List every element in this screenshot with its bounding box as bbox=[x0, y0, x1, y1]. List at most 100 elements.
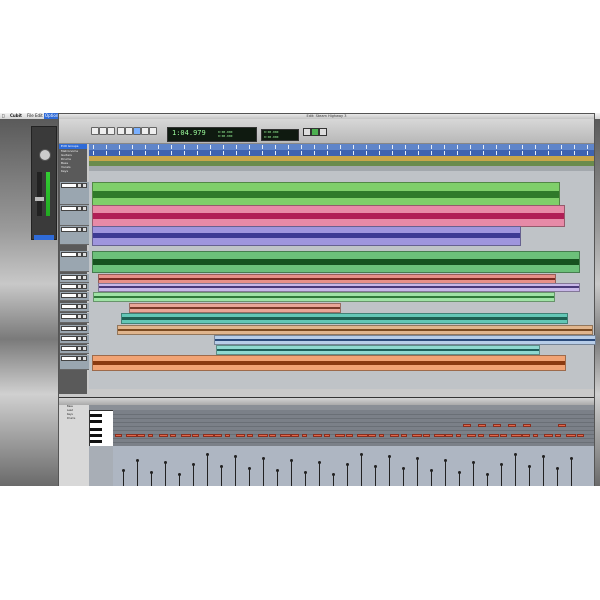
midi-note[interactable] bbox=[214, 434, 222, 437]
track-name-field[interactable] bbox=[61, 206, 77, 211]
track-toggle-button[interactable] bbox=[82, 304, 87, 309]
track-header[interactable] bbox=[60, 182, 89, 205]
midi-note[interactable] bbox=[137, 434, 145, 437]
pan-knob[interactable] bbox=[39, 149, 51, 161]
velocity-stem[interactable] bbox=[444, 459, 447, 486]
zoom-tool-button[interactable] bbox=[117, 127, 125, 135]
audio-clip[interactable] bbox=[121, 313, 568, 324]
track-toggle-button[interactable] bbox=[82, 206, 87, 211]
midi-note[interactable] bbox=[346, 434, 353, 437]
track-toggle-button[interactable] bbox=[82, 356, 87, 361]
midi-note[interactable] bbox=[523, 424, 531, 427]
velocity-stem[interactable] bbox=[290, 459, 293, 486]
midi-note[interactable] bbox=[302, 434, 307, 437]
velocity-stem[interactable] bbox=[248, 467, 251, 486]
fader-cap[interactable] bbox=[35, 197, 44, 201]
piano-black-key[interactable] bbox=[90, 434, 102, 437]
track-header[interactable] bbox=[60, 313, 89, 323]
velocity-stem[interactable] bbox=[178, 473, 181, 486]
stop-button[interactable] bbox=[303, 128, 311, 136]
mode-shuffle-button[interactable] bbox=[91, 127, 99, 135]
midi-track-item[interactable]: Drums bbox=[59, 417, 89, 421]
velocity-stem[interactable] bbox=[122, 469, 125, 486]
volume-fader-track[interactable] bbox=[37, 172, 42, 216]
velocity-stem[interactable] bbox=[416, 457, 419, 486]
midi-note[interactable] bbox=[566, 434, 576, 437]
selector-tool-button[interactable] bbox=[133, 127, 141, 135]
track-header[interactable] bbox=[60, 355, 89, 370]
audio-clip[interactable] bbox=[214, 335, 596, 345]
velocity-stem[interactable] bbox=[402, 467, 405, 486]
main-counter[interactable]: 1:04.979 0:00.000 0:00.000 bbox=[167, 127, 257, 142]
piano-black-key[interactable] bbox=[90, 428, 102, 431]
midi-note[interactable] bbox=[508, 424, 516, 427]
velocity-stem[interactable] bbox=[570, 457, 573, 486]
midi-note[interactable] bbox=[577, 434, 584, 437]
midi-note[interactable] bbox=[291, 434, 299, 437]
velocity-stem[interactable] bbox=[458, 471, 461, 486]
track-header[interactable] bbox=[60, 226, 89, 245]
track-name-field[interactable] bbox=[61, 183, 77, 188]
midi-note[interactable] bbox=[478, 434, 484, 437]
midi-note[interactable] bbox=[456, 434, 461, 437]
midi-note[interactable] bbox=[280, 434, 291, 437]
velocity-stem[interactable] bbox=[234, 455, 237, 486]
track-header[interactable] bbox=[60, 325, 89, 334]
midi-note[interactable] bbox=[445, 434, 453, 437]
mode-spot-button[interactable] bbox=[107, 127, 115, 135]
velocity-stem[interactable] bbox=[164, 461, 167, 486]
midi-note[interactable] bbox=[236, 434, 245, 437]
audio-clip[interactable] bbox=[92, 205, 565, 227]
velocity-stem[interactable] bbox=[192, 463, 195, 486]
track-name-field[interactable] bbox=[61, 356, 77, 361]
track-name-field[interactable] bbox=[61, 314, 77, 319]
audio-clip[interactable] bbox=[129, 303, 341, 313]
velocity-stem[interactable] bbox=[136, 459, 139, 486]
pencil-tool-button[interactable] bbox=[149, 127, 157, 135]
audio-clip[interactable] bbox=[98, 283, 580, 292]
track-toggle-button[interactable] bbox=[82, 275, 87, 280]
midi-note[interactable] bbox=[368, 434, 376, 437]
midi-note[interactable] bbox=[493, 424, 501, 427]
trim-tool-button[interactable] bbox=[125, 127, 133, 135]
midi-note[interactable] bbox=[544, 434, 553, 437]
track-toggle-button[interactable] bbox=[82, 326, 87, 331]
midi-note[interactable] bbox=[467, 434, 476, 437]
midi-note[interactable] bbox=[335, 434, 345, 437]
midi-note[interactable] bbox=[533, 434, 538, 437]
play-button[interactable] bbox=[311, 128, 319, 136]
track-name-field[interactable] bbox=[61, 293, 77, 298]
midi-note[interactable] bbox=[269, 434, 276, 437]
track-name-field[interactable] bbox=[61, 284, 77, 289]
midi-note[interactable] bbox=[126, 434, 137, 437]
track-toggle-button[interactable] bbox=[82, 293, 87, 298]
track-toggle-button[interactable] bbox=[82, 336, 87, 341]
midi-note[interactable] bbox=[390, 434, 399, 437]
audio-clip[interactable] bbox=[92, 355, 566, 371]
audio-clip[interactable] bbox=[92, 251, 580, 273]
audio-clip[interactable] bbox=[216, 345, 540, 355]
velocity-stem[interactable] bbox=[150, 471, 153, 486]
midi-note[interactable] bbox=[555, 434, 561, 437]
track-toggle-button[interactable] bbox=[82, 314, 87, 319]
track-header[interactable] bbox=[60, 292, 89, 301]
midi-note[interactable] bbox=[159, 434, 168, 437]
velocity-stem[interactable] bbox=[374, 465, 377, 486]
midi-note[interactable] bbox=[170, 434, 176, 437]
midi-note[interactable] bbox=[313, 434, 322, 437]
midi-note[interactable] bbox=[522, 434, 530, 437]
velocity-stem[interactable] bbox=[430, 469, 433, 486]
velocity-stem[interactable] bbox=[276, 469, 279, 486]
midi-note[interactable] bbox=[203, 434, 214, 437]
track-header[interactable] bbox=[60, 205, 89, 226]
velocity-stem[interactable] bbox=[500, 463, 503, 486]
markers-ruler[interactable] bbox=[89, 166, 594, 171]
velocity-stem[interactable] bbox=[206, 453, 209, 486]
track-name-field[interactable] bbox=[61, 252, 77, 257]
midi-note[interactable] bbox=[489, 434, 499, 437]
track-toggle-button[interactable] bbox=[82, 183, 87, 188]
sub-counter[interactable]: 0:00.000 0:00.000 bbox=[261, 129, 299, 141]
grabber-tool-button[interactable] bbox=[141, 127, 149, 135]
midi-note[interactable] bbox=[115, 434, 122, 437]
midi-note[interactable] bbox=[463, 424, 471, 427]
